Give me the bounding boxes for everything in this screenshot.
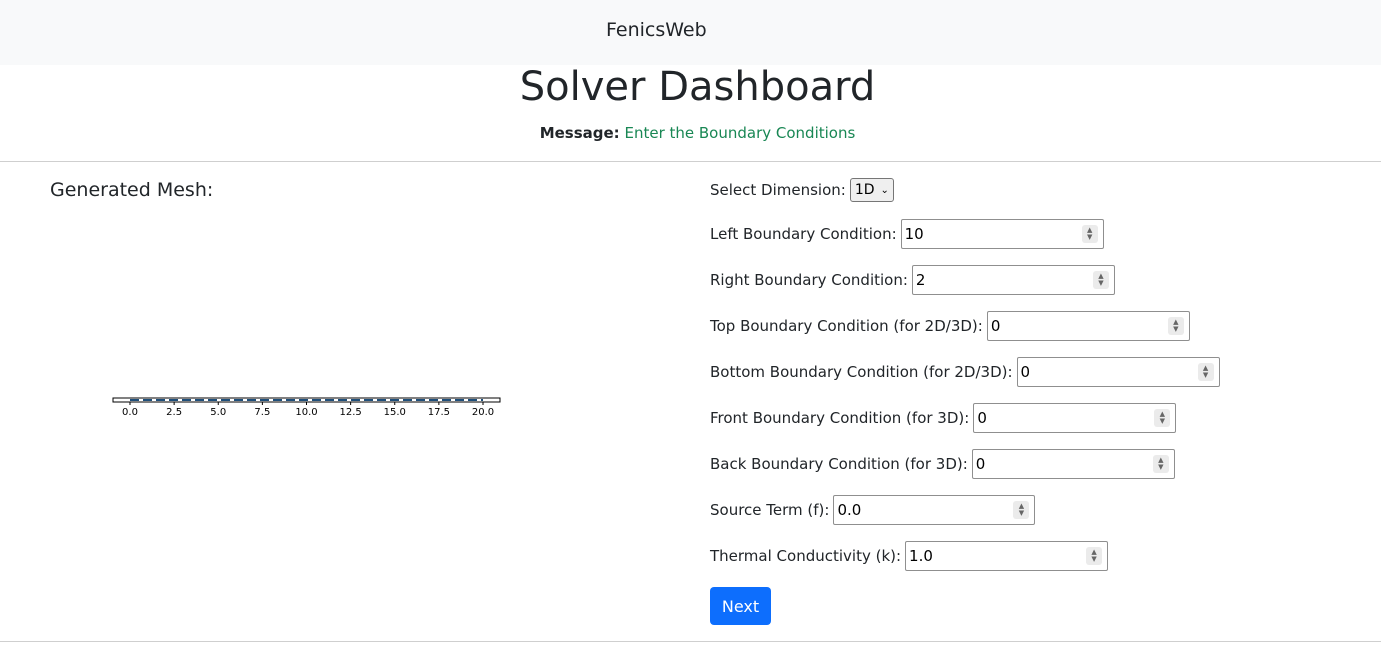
mesh-title: Generated Mesh: [50, 179, 214, 201]
x-tick-label: 17.5 [428, 407, 450, 418]
back-bc-input[interactable] [975, 454, 1126, 474]
front-bc-label: Front Boundary Condition (for 3D): [710, 409, 970, 427]
right-bc-input[interactable] [915, 270, 1066, 290]
source-term-row: Source Term (f): ▲▼ [710, 495, 1036, 525]
next-button[interactable]: Next [710, 587, 771, 625]
bottom-bc-label: Bottom Boundary Condition (for 2D/3D): [710, 363, 1013, 381]
right-bc-row: Right Boundary Condition: ▲▼ [710, 265, 1115, 295]
divider-top [0, 161, 1381, 162]
top-bc-field[interactable]: ▲▼ [986, 311, 1190, 341]
stepper-icon[interactable]: ▲ ▼ [1013, 501, 1030, 519]
top-bc-row: Top Boundary Condition (for 2D/3D): ▲▼ [710, 311, 1190, 341]
message-label: Message: [539, 124, 620, 142]
back-bc-label: Back Boundary Condition (for 3D): [710, 455, 968, 473]
bottom-bc-input[interactable] [1020, 362, 1171, 382]
x-tick-label: 15.0 [384, 407, 406, 418]
stepper-icon[interactable]: ▲ ▼ [1152, 455, 1169, 473]
conductivity-input[interactable] [909, 546, 1060, 566]
stepper-icon[interactable]: ▲ ▼ [1081, 225, 1098, 243]
dimension-select[interactable]: 1D ⌄ [849, 178, 894, 202]
dimension-label: Select Dimension: [710, 181, 846, 199]
mesh-plot: 0.0 2.5 5.0 7.5 10.0 12.5 15.0 17.5 20.0 [112, 397, 501, 418]
right-bc-field[interactable]: ▲▼ [911, 265, 1115, 295]
conductivity-label: Thermal Conductivity (k): [710, 547, 902, 565]
dimension-row: Select Dimension: 1D ⌄ [710, 178, 894, 202]
left-bc-input[interactable] [904, 224, 1055, 244]
x-tick-label: 7.5 [254, 407, 270, 418]
bottom-bc-field[interactable]: ▲▼ [1016, 357, 1220, 387]
front-bc-input[interactable] [977, 408, 1128, 428]
back-bc-row: Back Boundary Condition (for 3D): ▲▼ [710, 449, 1175, 479]
top-bc-input[interactable] [990, 316, 1141, 336]
status-message: Message: Enter the Boundary Conditions [0, 124, 1381, 142]
divider-bottom [0, 641, 1381, 642]
stepper-icon[interactable]: ▲ ▼ [1197, 363, 1214, 381]
conductivity-field[interactable]: ▲▼ [905, 541, 1109, 571]
message-text: Enter the Boundary Conditions [624, 124, 856, 142]
bottom-bc-row: Bottom Boundary Condition (for 2D/3D): ▲… [710, 357, 1220, 387]
chevron-down-icon: ⌄ [880, 184, 889, 196]
x-tick-label: 0.0 [122, 407, 138, 418]
brand-link[interactable]: FenicsWeb [606, 19, 707, 41]
back-bc-field[interactable]: ▲▼ [971, 449, 1175, 479]
top-bc-label: Top Boundary Condition (for 2D/3D): [710, 317, 983, 335]
x-tick-label: 20.0 [472, 407, 494, 418]
stepper-icon[interactable]: ▲ ▼ [1092, 271, 1109, 289]
source-term-label: Source Term (f): [710, 501, 830, 519]
source-term-input[interactable] [837, 500, 988, 520]
navbar: FenicsWeb [0, 0, 1381, 65]
x-tick-label: 2.5 [166, 407, 182, 418]
source-term-field[interactable]: ▲▼ [833, 495, 1036, 525]
page-title: Solver Dashboard [519, 64, 876, 110]
left-bc-label: Left Boundary Condition: [710, 225, 897, 243]
conductivity-row: Thermal Conductivity (k): ▲▼ [710, 541, 1109, 571]
x-tick-label: 5.0 [210, 407, 226, 418]
front-bc-field[interactable]: ▲▼ [973, 403, 1177, 433]
right-bc-label: Right Boundary Condition: [710, 271, 908, 289]
x-tick-label: 12.5 [339, 407, 361, 418]
front-bc-row: Front Boundary Condition (for 3D): ▲▼ [710, 403, 1177, 433]
left-bc-field[interactable]: ▲▼ [900, 219, 1104, 249]
dimension-selected-value: 1D [854, 182, 875, 198]
stepper-icon[interactable]: ▲ ▼ [1154, 409, 1171, 427]
stepper-icon[interactable]: ▲ ▼ [1167, 317, 1184, 335]
stepper-icon[interactable]: ▲ ▼ [1086, 547, 1103, 565]
left-bc-row: Left Boundary Condition: ▲▼ [710, 219, 1104, 249]
x-tick-label: 10.0 [295, 407, 317, 418]
